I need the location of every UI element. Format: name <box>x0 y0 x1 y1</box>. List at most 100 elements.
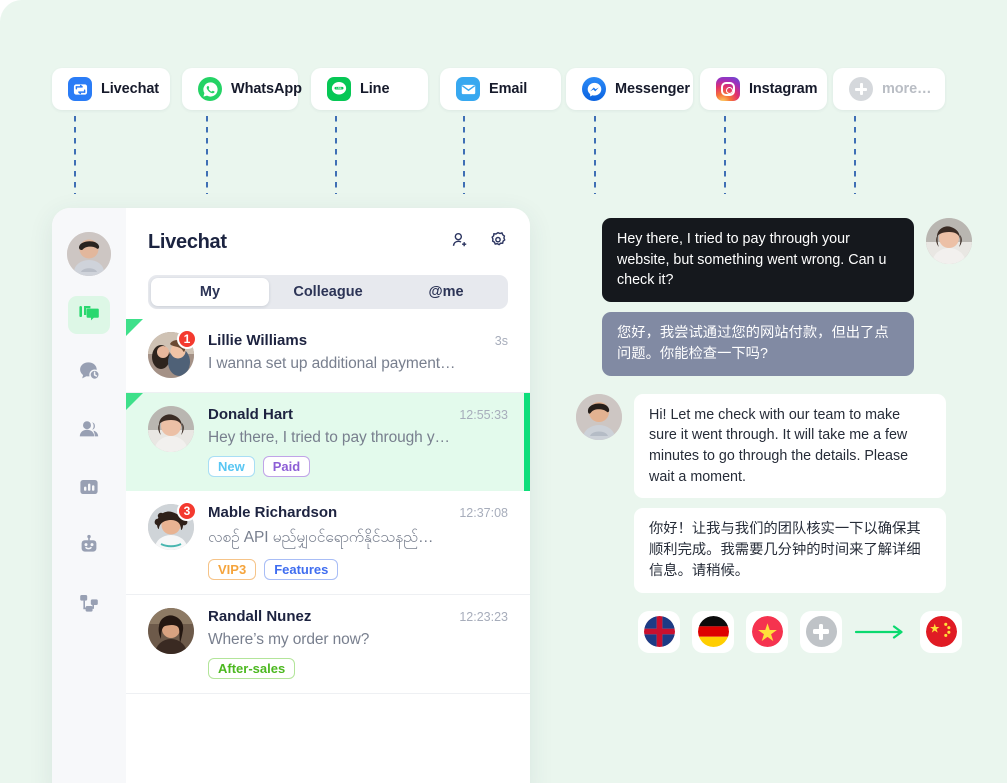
avatar <box>148 608 194 654</box>
connector-line-5 <box>724 116 726 194</box>
avatar <box>148 406 194 452</box>
agent-avatar <box>576 393 622 440</box>
flag-circle <box>643 616 675 648</box>
tab-me[interactable]: @me <box>387 278 505 306</box>
contact-name: Donald Hart <box>208 406 294 423</box>
tab-my[interactable]: My <box>151 278 269 306</box>
messenger-icon <box>582 77 606 101</box>
flag-germany[interactable] <box>692 610 734 653</box>
unread-corner-marker <box>126 393 143 410</box>
add-contact-icon[interactable] <box>450 230 470 255</box>
message-time: 12:23:23 <box>459 610 508 624</box>
channel-tab-whatsapp[interactable]: WhatsApp <box>182 68 302 110</box>
livechat-console-card: Livechat My Colleague @me 1 Lillie Williams… <box>52 208 530 783</box>
translate-arrow-icon <box>854 621 908 643</box>
tag-new[interactable]: New <box>208 456 255 477</box>
unread-corner-marker <box>126 319 143 336</box>
conversation-body: Donald Hart 12:55:33 Hey there, I tried to… <box>208 406 508 477</box>
chat-transcript: Hey there, I tried to pay through your w… <box>576 218 972 653</box>
channel-tab-label: Line <box>360 81 390 97</box>
chat-bubbles-icon <box>77 301 101 330</box>
sidebar-item-chatbot[interactable] <box>68 528 110 566</box>
settings-gear-icon[interactable] <box>488 230 508 255</box>
flag-circle <box>697 616 729 648</box>
whatsapp-icon <box>198 77 222 101</box>
tag-paid[interactable]: Paid <box>262 456 311 477</box>
sidebar-item-contacts[interactable] <box>68 412 110 450</box>
bar-chart-icon <box>77 475 101 504</box>
plus-circle-icon <box>805 616 837 648</box>
email-icon <box>456 77 480 101</box>
sidebar-item-chats[interactable] <box>68 296 110 334</box>
avatar-wrap <box>148 406 194 452</box>
connector-line-1 <box>206 116 208 194</box>
users-icon <box>77 417 101 446</box>
tag-list: After-sales <box>208 658 508 679</box>
app-canvas: Livechat WhatsApp LINE Line Email Messenger In… <box>0 0 1007 783</box>
contact-name: Mable Richardson <box>208 504 338 521</box>
channel-tab-label: Instagram <box>749 81 818 97</box>
instagram-icon <box>716 77 740 101</box>
flag-china[interactable] <box>920 610 962 653</box>
sidebar-item-analytics[interactable] <box>68 470 110 508</box>
chat-bubble: 您好，我尝试通过您的网站付款，但出了点问题。你能检查一下吗? <box>602 312 914 376</box>
message-preview: Hey there, I tried to pay through y… <box>208 429 450 446</box>
message-time: 12:37:08 <box>459 506 508 520</box>
channel-tab-label: Livechat <box>101 81 160 97</box>
avatar-wrap: 1 <box>148 329 197 378</box>
tag-list: VIP3 Features <box>208 559 508 580</box>
flag-circle <box>925 616 957 648</box>
tag-features[interactable]: Features <box>264 559 339 580</box>
plus-circle-icon <box>849 77 873 101</box>
livechat-icon <box>68 77 92 101</box>
message-time: 3s <box>494 334 508 348</box>
message-row: Hi! Let me check with our team to make s… <box>576 393 972 593</box>
connector-line-0 <box>74 116 76 194</box>
sidebar-item-history[interactable] <box>68 354 110 392</box>
message-preview: Where’s my order now? <box>208 631 370 648</box>
conversation-body: Lillie Williams 3s I wanna set up addition… <box>208 332 508 378</box>
unread-badge: 1 <box>177 329 197 349</box>
tag-vip3[interactable]: VIP3 <box>208 559 257 580</box>
chat-bubble: 你好！让我与我们的团队核实一下以确保其顺利完成。我需要几分钟的时间来了解详细信息… <box>634 508 946 593</box>
tag-list: New Paid <box>208 456 508 477</box>
add-language[interactable] <box>800 610 842 653</box>
agent-avatar[interactable] <box>67 232 111 276</box>
conversation-item[interactable]: Donald Hart 12:55:33 Hey there, I tried to… <box>126 393 530 491</box>
conversation-item[interactable]: 3 Mable Richardson 12:37:08 လစဉ် API မည်မျှ… <box>126 491 530 595</box>
tag-after-sales[interactable]: After-sales <box>208 658 296 679</box>
avatar-wrap: 3 <box>148 501 197 550</box>
svg-text:LINE: LINE <box>336 88 342 90</box>
message-preview: I wanna set up additional payment… <box>208 355 456 372</box>
agent-message-stack: Hi! Let me check with our team to make s… <box>634 393 946 593</box>
connector-line-6 <box>854 116 856 194</box>
language-switcher <box>638 610 972 653</box>
tab-colleague[interactable]: Colleague <box>269 278 387 306</box>
channel-tab-more[interactable]: more… <box>833 68 945 110</box>
channel-tab-email[interactable]: Email <box>440 68 561 110</box>
conversation-body: Randall Nunez 12:23:23 Where’s my order no… <box>208 608 508 679</box>
message-time: 12:55:33 <box>459 408 508 422</box>
sidebar-item-workflow[interactable] <box>68 586 110 624</box>
customer-message-stack: Hey there, I tried to pay through your w… <box>602 218 914 376</box>
channel-tab-messenger[interactable]: Messenger <box>566 68 693 110</box>
conversation-panel: Livechat My Colleague @me 1 Lillie Williams… <box>126 208 530 783</box>
channel-tab-label: Messenger <box>615 81 690 97</box>
flag-vietnam[interactable] <box>746 610 788 653</box>
conversation-list: 1 Lillie Williams 3s I wanna set up additio… <box>126 319 530 783</box>
channel-tab-instagram[interactable]: Instagram <box>700 68 827 110</box>
contact-name: Lillie Williams <box>208 332 308 349</box>
conversation-item[interactable]: Randall Nunez 12:23:23 Where’s my order no… <box>126 595 530 694</box>
channel-tab-livechat[interactable]: Livechat <box>52 68 170 110</box>
message-preview: လစဉ် API မည်မျှဝင်ရောက်နိုင်သနည်… <box>208 529 434 546</box>
conversation-item[interactable]: 1 Lillie Williams 3s I wanna set up additio… <box>126 319 530 393</box>
conversation-body: Mable Richardson 12:37:08 လစဉ် API မည်မျှဝ… <box>208 504 508 580</box>
connector-line-3 <box>463 116 465 194</box>
channel-tab-line[interactable]: LINE Line <box>311 68 428 110</box>
message-row: Hey there, I tried to pay through your w… <box>576 218 972 376</box>
flag-uk[interactable] <box>638 610 680 653</box>
channel-tab-label: WhatsApp <box>231 81 302 97</box>
app-sidebar <box>52 208 126 783</box>
flow-nodes-icon <box>77 591 101 620</box>
unread-badge: 3 <box>177 501 197 521</box>
